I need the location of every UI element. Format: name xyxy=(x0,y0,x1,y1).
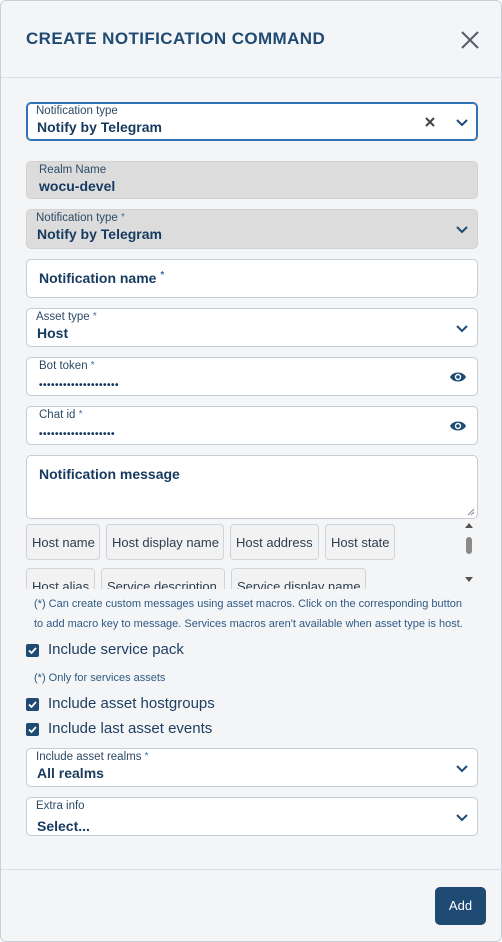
extra-info-label: Extra info xyxy=(36,800,85,812)
macro-button-service-display-name[interactable]: Service display name xyxy=(231,568,366,589)
include-asset-hostgroups-checkbox[interactable]: Include asset hostgroups xyxy=(26,695,326,716)
chat-id-input[interactable]: Chat id * ••••••••••••••••••• xyxy=(26,406,478,445)
create-notification-modal: CREATE NOTIFICATION COMMAND Notification… xyxy=(0,0,502,942)
include-last-asset-events-label: Include last asset events xyxy=(48,720,213,737)
macro-scrollbar[interactable] xyxy=(463,521,475,589)
chat-id-value: ••••••••••••••••••• xyxy=(39,429,116,440)
modal-title: CREATE NOTIFICATION COMMAND xyxy=(26,29,326,48)
notification-type-filter-select[interactable]: Notification type Notify by Telegram xyxy=(26,102,478,141)
macro-button-host-display-name[interactable]: Host display name xyxy=(106,524,224,560)
notification-type-value: Notify by Telegram xyxy=(37,226,162,242)
extra-info-placeholder: Select... xyxy=(37,818,90,834)
include-last-asset-events-checkbox[interactable]: Include last asset events xyxy=(26,720,326,741)
include-asset-realms-value: All realms xyxy=(37,765,104,781)
include-service-pack-checkbox[interactable]: Include service pack xyxy=(26,641,326,662)
chat-id-label: Chat id * xyxy=(39,409,83,421)
service-pack-help-text: (*) Only for services assets xyxy=(34,672,166,684)
clear-icon[interactable] xyxy=(423,115,437,129)
notification-name-input[interactable]: Notification name * xyxy=(26,259,478,298)
macro-button-host-address[interactable]: Host address xyxy=(230,524,319,560)
extra-info-select[interactable]: Extra info Select... xyxy=(26,797,478,836)
notification-name-label: Notification name * xyxy=(39,270,165,286)
chevron-down-icon[interactable] xyxy=(455,116,469,128)
notification-message-label: Notification message xyxy=(39,466,180,482)
checkbox-checked-icon[interactable] xyxy=(26,698,39,711)
notification-type-label: Notification type * xyxy=(36,212,125,224)
notification-message-textarea[interactable]: Notification message xyxy=(26,455,478,519)
macro-button-host-state[interactable]: Host state xyxy=(325,524,395,560)
notification-type-filter-label: Notification type xyxy=(36,105,118,117)
include-asset-realms-label: Include asset realms * xyxy=(36,751,149,763)
bot-token-value: •••••••••••••••••••• xyxy=(39,380,120,391)
realm-name-label: Realm Name xyxy=(39,164,107,176)
macro-buttons-list: Host name Host display name Host address… xyxy=(26,521,476,589)
close-icon[interactable] xyxy=(459,29,481,51)
notification-type-select: Notification type * Notify by Telegram xyxy=(26,209,478,249)
chevron-down-icon xyxy=(455,223,469,235)
include-service-pack-label: Include service pack xyxy=(48,641,184,658)
include-asset-hostgroups-label: Include asset hostgroups xyxy=(48,695,215,712)
eye-icon[interactable] xyxy=(449,370,467,384)
eye-icon[interactable] xyxy=(449,419,467,433)
chevron-down-icon[interactable] xyxy=(455,762,469,774)
macro-button-service-description[interactable]: Service description xyxy=(101,568,225,589)
macro-help-text: (*) Can create custom messages using ass… xyxy=(34,598,463,630)
realm-name-field: Realm Name wocu-devel xyxy=(26,161,478,199)
checkbox-checked-icon[interactable] xyxy=(26,723,39,736)
include-asset-realms-select[interactable]: Include asset realms * All realms xyxy=(26,748,478,787)
checkbox-checked-icon[interactable] xyxy=(26,644,39,657)
chevron-down-icon[interactable] xyxy=(455,811,469,823)
macro-button-host-name[interactable]: Host name xyxy=(26,524,100,560)
asset-type-select[interactable]: Asset type * Host xyxy=(26,308,478,347)
bot-token-label: Bot token * xyxy=(39,360,95,372)
modal-header: CREATE NOTIFICATION COMMAND xyxy=(1,1,501,78)
chevron-down-icon[interactable] xyxy=(455,322,469,334)
modal-footer xyxy=(1,869,501,941)
bot-token-input[interactable]: Bot token * •••••••••••••••••••• xyxy=(26,357,478,396)
asset-type-value: Host xyxy=(37,325,69,341)
notification-type-filter-value: Notify by Telegram xyxy=(37,119,162,135)
asset-type-label: Asset type * xyxy=(36,311,97,323)
macro-button-host-alias[interactable]: Host alias xyxy=(26,568,95,589)
realm-name-value: wocu-devel xyxy=(39,178,116,194)
resize-handle-icon[interactable] xyxy=(467,508,475,516)
add-button[interactable]: Add xyxy=(435,887,486,925)
